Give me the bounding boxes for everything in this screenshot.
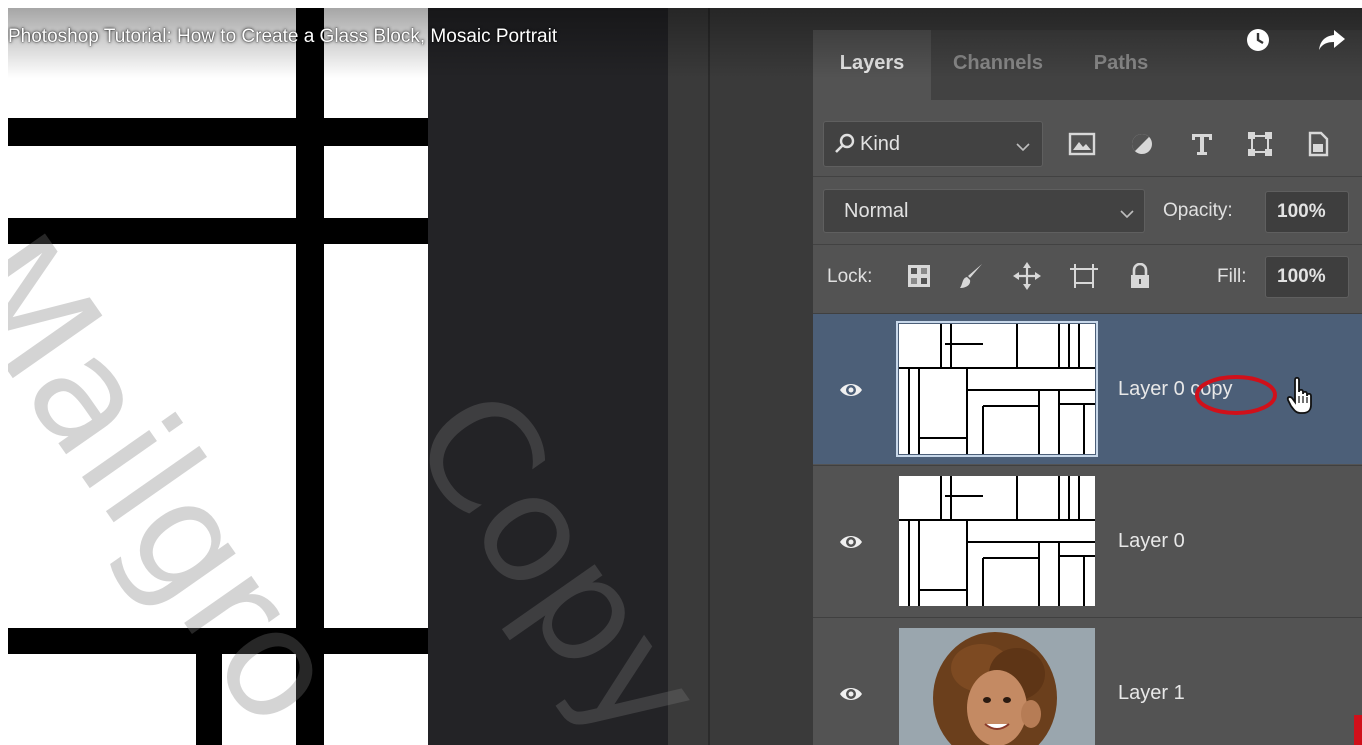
- layer-thumbnail: [896, 321, 1098, 457]
- portrait-thumbnail: [899, 628, 1095, 745]
- page-margin: [0, 0, 8, 745]
- blend-mode-value: Normal: [844, 200, 909, 222]
- chevron-down-icon: [1120, 210, 1134, 219]
- fill-input[interactable]: 100%: [1265, 256, 1349, 298]
- layer-row-layer-0-copy[interactable]: Layer 0 copy: [813, 313, 1362, 464]
- search-icon: [835, 133, 855, 153]
- layer-name[interactable]: Layer 1: [1118, 682, 1185, 705]
- clock-icon[interactable]: [1245, 27, 1271, 53]
- fill-value: 100%: [1277, 266, 1326, 287]
- filter-kind-label: Kind: [860, 133, 901, 155]
- video-frame: Layers Channels Paths Kind: [0, 0, 1362, 745]
- red-marker: [1354, 715, 1362, 745]
- page-margin: [0, 0, 1362, 8]
- adjustment-filter-icon[interactable]: [1129, 131, 1155, 157]
- smart-object-filter-icon[interactable]: [1305, 131, 1331, 157]
- lock-move-icon[interactable]: [1013, 262, 1041, 290]
- opacity-value: 100%: [1277, 201, 1326, 222]
- shape-filter-icon[interactable]: [1247, 131, 1273, 157]
- share-arrow-icon[interactable]: [1318, 28, 1346, 52]
- type-filter-icon[interactable]: [1189, 131, 1215, 157]
- video-title[interactable]: Photoshop Tutorial: How to Create a Glas…: [8, 26, 557, 48]
- lock-artboard-icon[interactable]: [1069, 262, 1099, 290]
- visibility-eye-icon[interactable]: [839, 532, 863, 552]
- chevron-down-icon: [1016, 143, 1030, 152]
- lock-brush-icon[interactable]: [958, 262, 984, 290]
- layer-name[interactable]: Layer 0: [1118, 530, 1185, 553]
- layer-thumbnail: [899, 476, 1095, 606]
- filter-kind-select[interactable]: Kind: [823, 121, 1043, 167]
- opacity-input[interactable]: 100%: [1265, 191, 1349, 233]
- lock-all-icon[interactable]: [1129, 263, 1151, 289]
- grid-line: [8, 118, 428, 146]
- lock-transparency-icon[interactable]: [907, 264, 931, 288]
- lock-label: Lock:: [827, 266, 873, 287]
- blend-mode-select[interactable]: Normal: [823, 189, 1145, 233]
- visibility-eye-icon[interactable]: [839, 684, 863, 704]
- annotation-circle: [1195, 375, 1277, 415]
- layer-row-layer-1[interactable]: Layer 1: [813, 617, 1362, 745]
- image-filter-icon[interactable]: [1068, 132, 1096, 156]
- layers-panel: Layers Channels Paths Kind: [813, 8, 1362, 745]
- opacity-label: Opacity:: [1163, 200, 1233, 221]
- fill-label: Fill:: [1217, 266, 1247, 287]
- layer-row-layer-0[interactable]: Layer 0: [813, 465, 1362, 616]
- visibility-eye-icon[interactable]: [839, 380, 863, 400]
- hand-cursor-icon: [1286, 376, 1312, 414]
